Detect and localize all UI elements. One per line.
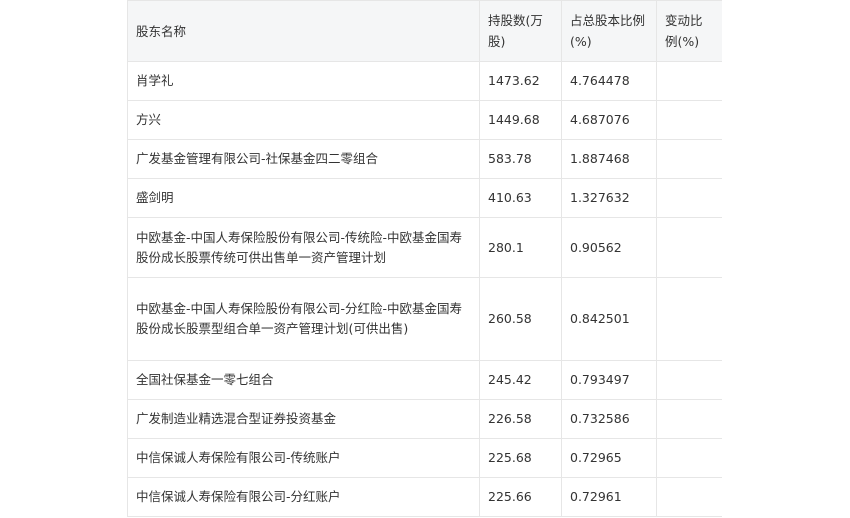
cell-share-percent: 0.72961 [561, 477, 657, 517]
cell-change-percent [656, 61, 722, 101]
cell-shareholder-name: 方兴 [127, 100, 480, 140]
cell-share-percent: 0.72965 [561, 438, 657, 478]
table-row: 方兴 1449.68 4.687076 [127, 100, 722, 140]
cell-shares: 410.63 [479, 178, 562, 218]
table-row: 全国社保基金一零七组合 245.42 0.793497 [127, 360, 722, 400]
table-row: 盛剑明 410.63 1.327632 [127, 178, 722, 218]
cell-change-percent [656, 399, 722, 439]
table-row: 中欧基金-中国人寿保险股份有限公司-分红险-中欧基金国寿股份成长股票型组合单一资… [127, 277, 722, 361]
cell-shareholder-name: 盛剑明 [127, 178, 480, 218]
cell-share-percent: 0.842501 [561, 277, 657, 361]
cell-shareholder-name: 中信保诚人寿保险有限公司-分红账户 [127, 477, 480, 517]
table-row: 广发制造业精选混合型证券投资基金 226.58 0.732586 [127, 399, 722, 439]
header-share-percent: 占总股本比例(%) [561, 0, 657, 62]
cell-change-percent [656, 438, 722, 478]
cell-shares: 583.78 [479, 139, 562, 179]
cell-change-percent [656, 100, 722, 140]
header-change-percent: 变动比例(%) [656, 0, 722, 62]
cell-change-percent [656, 178, 722, 218]
cell-change-percent [656, 139, 722, 179]
cell-share-percent: 4.764478 [561, 61, 657, 101]
table-header-row: 股东名称 持股数(万股) 占总股本比例(%) 变动比例(%) [127, 0, 722, 62]
table-row: 广发基金管理有限公司-社保基金四二零组合 583.78 1.887468 [127, 139, 722, 179]
cell-shareholder-name: 广发基金管理有限公司-社保基金四二零组合 [127, 139, 480, 179]
table-row: 中欧基金-中国人寿保险股份有限公司-传统险-中欧基金国寿股份成长股票传统可供出售… [127, 217, 722, 278]
table-row: 肖学礼 1473.62 4.764478 [127, 61, 722, 101]
cell-shareholder-name: 中欧基金-中国人寿保险股份有限公司-分红险-中欧基金国寿股份成长股票型组合单一资… [127, 277, 480, 361]
cell-shares: 260.58 [479, 277, 562, 361]
shareholder-table: 股东名称 持股数(万股) 占总股本比例(%) 变动比例(%) 肖学礼 1473.… [127, 0, 722, 517]
header-shares: 持股数(万股) [479, 0, 562, 62]
cell-share-percent: 0.90562 [561, 217, 657, 278]
header-shareholder-name: 股东名称 [127, 0, 480, 62]
cell-share-percent: 1.887468 [561, 139, 657, 179]
cell-shareholder-name: 中欧基金-中国人寿保险股份有限公司-传统险-中欧基金国寿股份成长股票传统可供出售… [127, 217, 480, 278]
cell-change-percent [656, 217, 722, 278]
cell-change-percent [656, 477, 722, 517]
cell-shares: 245.42 [479, 360, 562, 400]
cell-change-percent [656, 360, 722, 400]
cell-share-percent: 0.732586 [561, 399, 657, 439]
table-row: 中信保诚人寿保险有限公司-传统账户 225.68 0.72965 [127, 438, 722, 478]
cell-shares: 226.58 [479, 399, 562, 439]
cell-shareholder-name: 中信保诚人寿保险有限公司-传统账户 [127, 438, 480, 478]
cell-shares: 225.66 [479, 477, 562, 517]
cell-shareholder-name: 全国社保基金一零七组合 [127, 360, 480, 400]
cell-change-percent [656, 277, 722, 361]
cell-shares: 225.68 [479, 438, 562, 478]
cell-share-percent: 4.687076 [561, 100, 657, 140]
cell-shareholder-name: 肖学礼 [127, 61, 480, 101]
cell-shares: 1473.62 [479, 61, 562, 101]
cell-share-percent: 0.793497 [561, 360, 657, 400]
cell-share-percent: 1.327632 [561, 178, 657, 218]
cell-shares: 280.1 [479, 217, 562, 278]
shareholder-table-container: 股东名称 持股数(万股) 占总股本比例(%) 变动比例(%) 肖学礼 1473.… [127, 0, 722, 518]
cell-shares: 1449.68 [479, 100, 562, 140]
table-row: 中信保诚人寿保险有限公司-分红账户 225.66 0.72961 [127, 477, 722, 517]
cell-shareholder-name: 广发制造业精选混合型证券投资基金 [127, 399, 480, 439]
